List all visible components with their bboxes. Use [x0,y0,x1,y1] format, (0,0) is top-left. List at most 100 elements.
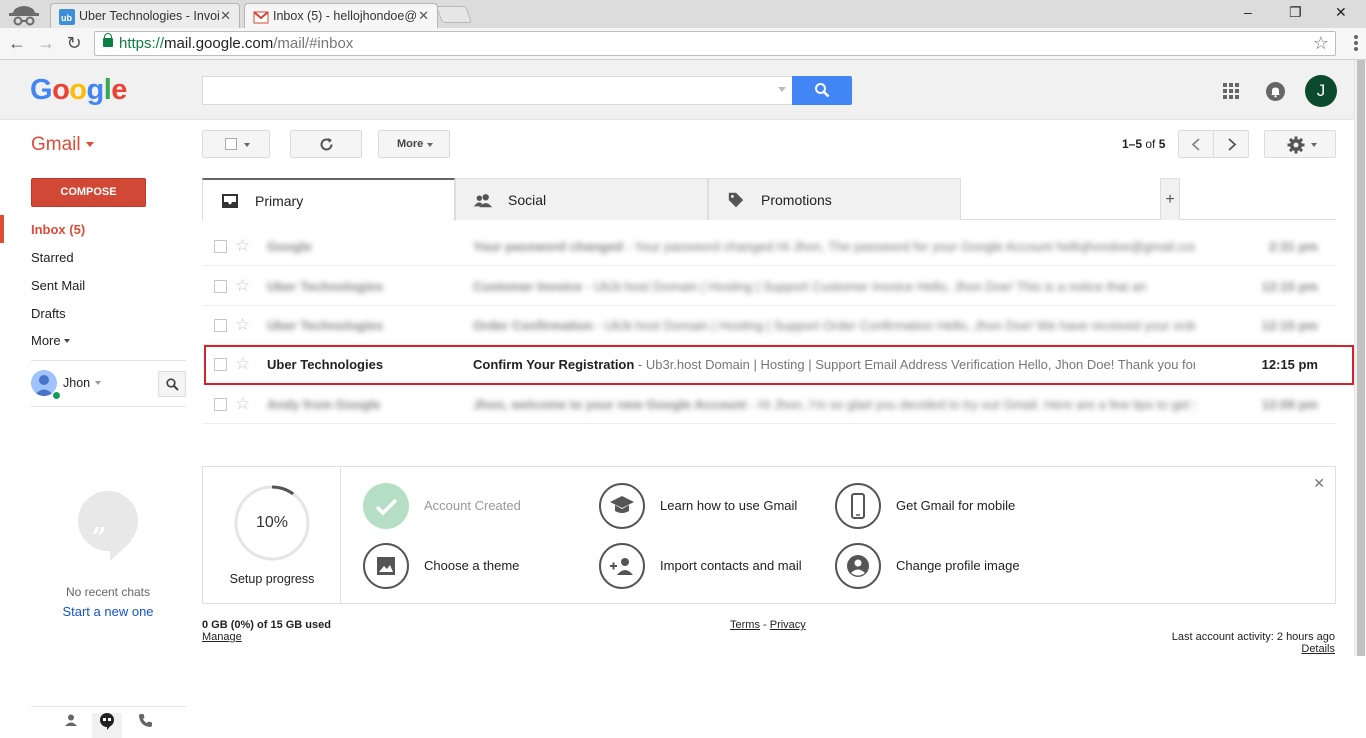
online-status-dot [52,391,61,400]
chevron-right-icon [1228,138,1237,151]
activity-details-link[interactable]: Details [1301,643,1335,655]
gmail-menu[interactable]: Gmail [31,134,94,156]
row-checkbox[interactable] [214,398,227,411]
no-recent-chats-text: No recent chats [65,585,151,599]
browser-tab-invoice[interactable]: ub Uber Technologies - Invoi ✕ [50,3,240,28]
star-icon[interactable]: ☆ [235,276,250,296]
restore-button[interactable]: ❐ [1289,4,1302,21]
older-button[interactable] [1213,130,1249,158]
chevron-down-icon [1311,143,1317,147]
browser-tab-inbox[interactable]: Inbox (5) - hellojhondoe@ ✕ [244,3,438,28]
table-row[interactable]: ☆ Uber Technologies Customer Invoice - U… [202,267,1336,306]
hangouts-chat-icon[interactable] [92,713,122,738]
refresh-icon [320,138,333,151]
settings-button[interactable] [1264,130,1336,158]
check-icon [363,483,409,529]
scrollbar-thumb[interactable] [1357,60,1365,656]
row-checkbox[interactable] [214,280,227,293]
email-sender: Uber Technologies [267,318,384,333]
hangouts-bar [31,706,186,738]
chevron-down-icon [95,381,102,385]
search-options-caret-icon[interactable] [778,87,786,92]
table-row[interactable]: ☆ Uber Technologies Order Confirmation -… [202,306,1336,345]
gear-icon [1287,136,1305,154]
back-arrow-icon[interactable]: ← [6,32,28,54]
people-icon [473,194,493,208]
smartphone-icon [835,483,881,529]
table-row[interactable]: ☆ Google Your password changed - Your pa… [202,227,1336,266]
more-actions-button[interactable]: More [378,130,450,158]
uber-favicon-icon: ub [59,9,75,25]
highlight-annotation [204,345,1354,385]
inbox-icon [222,194,238,208]
email-time: 12:15 pm [1261,279,1318,294]
tab-promotions[interactable]: Promotions [708,178,961,220]
search-input[interactable] [202,76,792,105]
newer-button[interactable] [1178,130,1214,158]
phone-icon[interactable] [130,713,160,738]
user-name[interactable]: Jhon [63,376,102,390]
last-activity: Last account activity: 2 hours ago [1171,631,1335,643]
page-scrollbar[interactable] [1354,60,1366,656]
browser-tab-strip: ub Uber Technologies - Invoi ✕ Inbox (5)… [0,0,1366,28]
bookmark-star-icon[interactable]: ☆ [1313,33,1329,54]
select-checkbox-button[interactable] [202,130,270,158]
browser-toolbar: ← → ↻ https://mail.google.com/mail/#inbo… [0,28,1366,60]
gmail-header: Google J [0,60,1354,120]
compose-button[interactable]: COMPOSE [31,178,146,207]
refresh-button[interactable] [290,130,362,158]
notifications-bell-icon[interactable] [1266,82,1285,101]
row-checkbox[interactable] [214,240,227,253]
profile-icon [835,543,881,589]
reload-icon[interactable]: ↻ [63,32,85,54]
add-contact-icon [599,543,645,589]
chrome-menu-icon[interactable] [1354,35,1358,51]
pagination-count: 1–5 of 5 [1122,137,1166,151]
sidebar-item-starred[interactable]: Starred [31,250,74,265]
close-tab-icon[interactable]: ✕ [220,8,231,24]
sidebar-item-drafts[interactable]: Drafts [31,306,66,321]
new-tab-button[interactable] [435,6,473,23]
manage-storage-link[interactable]: Manage [202,631,242,643]
privacy-link[interactable]: Privacy [770,619,806,631]
start-new-chat-link[interactable]: Start a new one [0,604,216,619]
row-checkbox[interactable] [214,319,227,332]
search-people-button[interactable] [158,371,186,397]
table-row[interactable]: ☆ Andy from Google Jhon, welcome to your… [202,385,1336,424]
star-icon[interactable]: ☆ [235,394,250,414]
add-category-button[interactable]: + [1160,178,1180,220]
terms-link[interactable]: Terms [730,619,760,631]
sidebar-item-sent-mail[interactable]: Sent Mail [31,278,85,293]
sidebar-item-more[interactable]: More [31,333,70,348]
svg-text:ub: ub [61,13,72,23]
quote-icon: „ [92,508,107,538]
chevron-down-icon [427,143,433,147]
gmail-favicon-icon [253,11,269,24]
category-tabs: Primary Social Promotions + [202,178,1336,221]
tab-social[interactable]: Social [455,178,708,220]
checkbox-icon [225,138,237,150]
search-icon [815,83,830,98]
close-window-button[interactable]: ✕ [1335,4,1347,21]
chevron-left-icon [1191,138,1200,151]
email-sender: Google [267,239,312,254]
setup-progress-panel: 10% Setup progress Account Created Learn… [202,466,1336,604]
contacts-person-icon[interactable] [56,713,86,738]
email-time: 12:09 pm [1261,397,1318,412]
divider [31,406,186,407]
tab-title: Inbox (5) - hellojhondoe@ [273,9,418,23]
search-button[interactable] [792,76,852,105]
sidebar-item-inbox[interactable]: Inbox (5) [31,222,85,237]
google-logo[interactable]: Google [30,74,127,107]
minimize-button[interactable]: – [1244,4,1252,20]
forward-arrow-icon[interactable]: → [35,32,57,54]
close-icon[interactable]: ✕ [1313,475,1325,492]
tab-primary[interactable]: Primary [202,178,455,221]
close-tab-icon[interactable]: ✕ [418,8,429,24]
address-bar[interactable]: https://mail.google.com/mail/#inbox ☆ [94,31,1336,56]
footer-links: Terms - Privacy [730,619,806,631]
star-icon[interactable]: ☆ [235,315,250,335]
account-avatar[interactable]: J [1305,75,1337,107]
star-icon[interactable]: ☆ [235,236,250,256]
apps-grid-icon[interactable] [1223,83,1239,99]
